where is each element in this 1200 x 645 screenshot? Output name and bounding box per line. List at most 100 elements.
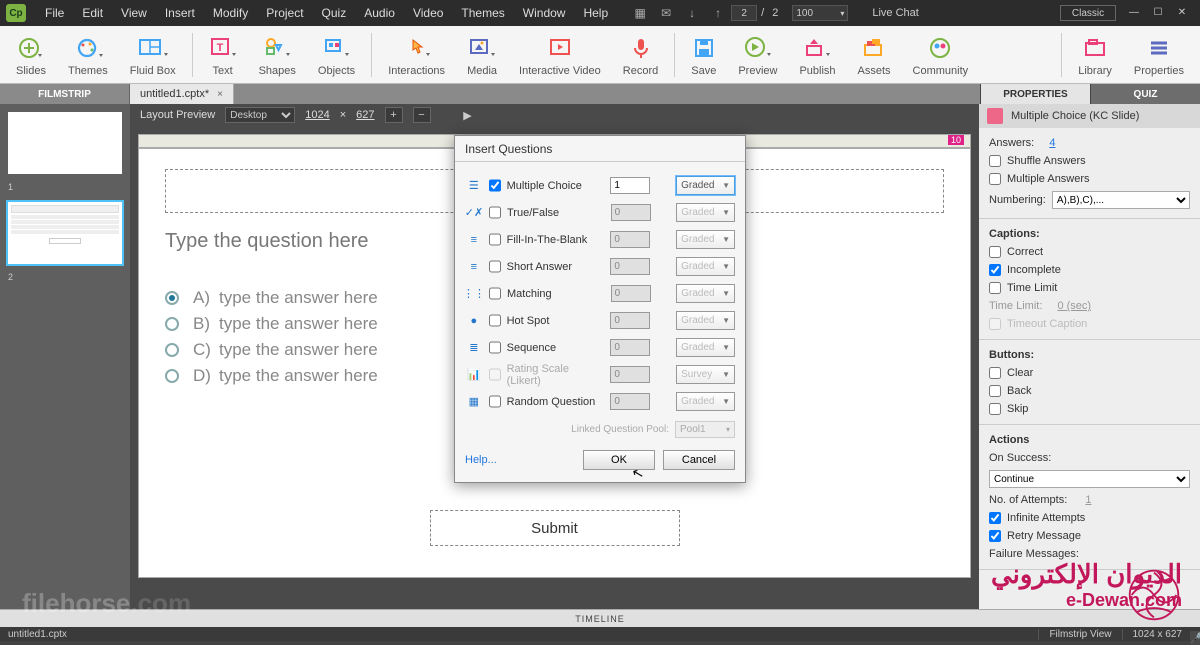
question-type-icon: ⋮⋮ — [465, 287, 483, 300]
ribbon-save[interactable]: Save — [680, 26, 727, 83]
upload-icon[interactable]: ↑ — [708, 6, 728, 20]
dialog-title: Insert Questions — [455, 136, 745, 162]
ribbon-text[interactable]: TText — [198, 26, 248, 83]
close-button[interactable]: ✕ — [1172, 6, 1192, 20]
answers-count-link[interactable]: 4 — [1049, 137, 1055, 149]
captions-heading: Captions: — [989, 225, 1190, 243]
shuffle-checkbox[interactable] — [989, 155, 1001, 167]
ok-button[interactable]: OK — [583, 450, 655, 470]
live-chat-link[interactable]: Live Chat — [872, 7, 918, 19]
caption-incomplete-checkbox[interactable] — [989, 264, 1001, 276]
question-type-checkbox[interactable] — [489, 179, 501, 192]
play-icon[interactable]: ▶ — [459, 107, 477, 123]
ribbon-interactions[interactable]: Interactions — [377, 26, 456, 83]
ribbon-fluidbox[interactable]: Fluid Box — [119, 26, 187, 83]
layout-height[interactable]: 627 — [356, 109, 374, 121]
ribbon-shapes[interactable]: Shapes — [248, 26, 307, 83]
question-count-input — [610, 312, 650, 329]
properties-header: Multiple Choice (KC Slide) — [979, 104, 1200, 128]
ribbon-library[interactable]: Library — [1067, 26, 1123, 83]
menu-help[interactable]: Help — [574, 6, 617, 20]
submit-button[interactable]: Submit — [430, 510, 680, 546]
question-type-checkbox[interactable] — [489, 233, 501, 246]
slide-thumb-2[interactable]: 🎤 — [6, 200, 124, 266]
radio-icon[interactable] — [165, 343, 179, 357]
ribbon-preview[interactable]: Preview — [727, 26, 788, 83]
menu-view[interactable]: View — [112, 6, 156, 20]
tab-properties[interactable]: PROPERTIES — [980, 84, 1090, 104]
remove-breakpoint-button[interactable]: − — [413, 107, 431, 123]
question-type-checkbox[interactable] — [489, 260, 501, 273]
numbering-select[interactable]: A),B),C),... — [1052, 191, 1190, 209]
ribbon-themes[interactable]: Themes — [57, 26, 119, 83]
ribbon-interactive-video[interactable]: Interactive Video — [508, 26, 612, 83]
infinite-attempts-checkbox[interactable] — [989, 512, 1001, 524]
menu-edit[interactable]: Edit — [73, 6, 112, 20]
retry-message-checkbox[interactable] — [989, 530, 1001, 542]
ribbon-community[interactable]: Community — [902, 26, 980, 83]
tab-quiz[interactable]: QUIZ — [1090, 84, 1200, 104]
menu-themes[interactable]: Themes — [452, 6, 513, 20]
question-count-input — [611, 285, 651, 302]
filmstrip-header: FILMSTRIP — [0, 84, 130, 104]
question-type-checkbox[interactable] — [489, 395, 501, 408]
ribbon-objects[interactable]: Objects — [307, 26, 366, 83]
menu-file[interactable]: File — [36, 6, 73, 20]
menu-video[interactable]: Video — [404, 6, 452, 20]
button-skip-checkbox[interactable] — [989, 403, 1001, 415]
menu-project[interactable]: Project — [257, 6, 312, 20]
zoom-select[interactable]: 100▾ — [792, 5, 848, 21]
ribbon-properties[interactable]: Properties — [1123, 26, 1195, 83]
question-type-checkbox[interactable] — [489, 314, 501, 327]
question-type-checkbox[interactable] — [489, 341, 501, 354]
question-count-input — [611, 204, 651, 221]
caption-timelimit-checkbox[interactable] — [989, 282, 1001, 294]
minimize-button[interactable]: — — [1124, 6, 1144, 20]
menu-window[interactable]: Window — [514, 6, 575, 20]
button-back-checkbox[interactable] — [989, 385, 1001, 397]
file-tab[interactable]: untitled1.cptx*× — [130, 84, 234, 104]
svg-text:T: T — [216, 42, 223, 54]
ribbon-media[interactable]: Media — [456, 26, 508, 83]
page-current-input[interactable] — [731, 5, 757, 21]
menu-quiz[interactable]: Quiz — [313, 6, 356, 20]
cancel-button[interactable]: Cancel — [663, 450, 735, 470]
multiple-answers-checkbox[interactable] — [989, 173, 1001, 185]
question-type-label: True/False — [507, 207, 605, 219]
linked-pool-label: Linked Question Pool: — [571, 424, 669, 435]
status-file: untitled1.cptx — [8, 629, 67, 640]
close-tab-icon[interactable]: × — [217, 89, 223, 100]
ribbon-publish[interactable]: Publish — [788, 26, 846, 83]
ribbon-slides[interactable]: Slides — [5, 26, 57, 83]
maximize-button[interactable]: ☐ — [1148, 6, 1168, 20]
ribbon-record[interactable]: Record — [612, 26, 669, 83]
layouts-icon[interactable]: ▦ — [630, 6, 650, 20]
slide-thumb-1[interactable] — [6, 110, 124, 176]
menu-modify[interactable]: Modify — [204, 6, 257, 20]
caption-correct-checkbox[interactable] — [989, 246, 1001, 258]
grading-select[interactable]: Graded▼ — [676, 176, 735, 195]
ribbon-assets[interactable]: Assets — [847, 26, 902, 83]
radio-icon[interactable] — [165, 317, 179, 331]
onsuccess-select[interactable]: Continue — [989, 470, 1190, 488]
button-clear-checkbox[interactable] — [989, 367, 1001, 379]
app-logo: Cp — [6, 4, 26, 22]
radio-icon[interactable] — [165, 369, 179, 383]
radio-icon[interactable] — [165, 291, 179, 305]
mail-icon[interactable]: ✉ — [656, 6, 676, 20]
question-type-row: ▦Random QuestionGraded▼ — [465, 388, 735, 415]
question-type-checkbox[interactable] — [489, 206, 501, 219]
download-icon[interactable]: ↓ — [682, 6, 702, 20]
help-link[interactable]: Help... — [465, 454, 497, 466]
question-type-row: ✓✗True/FalseGraded▼ — [465, 199, 735, 226]
attempts-label: No. of Attempts: — [989, 494, 1067, 506]
layout-classic-select[interactable]: Classic — [1060, 5, 1116, 21]
layout-width[interactable]: 1024 — [305, 109, 329, 121]
question-type-checkbox[interactable] — [489, 287, 501, 300]
question-count-input[interactable] — [610, 177, 650, 194]
menu-audio[interactable]: Audio — [355, 6, 404, 20]
menu-insert[interactable]: Insert — [156, 6, 204, 20]
add-breakpoint-button[interactable]: + — [385, 107, 403, 123]
timelimit-value: 0 (sec) — [1057, 300, 1091, 312]
device-select[interactable]: Desktop — [225, 107, 295, 123]
